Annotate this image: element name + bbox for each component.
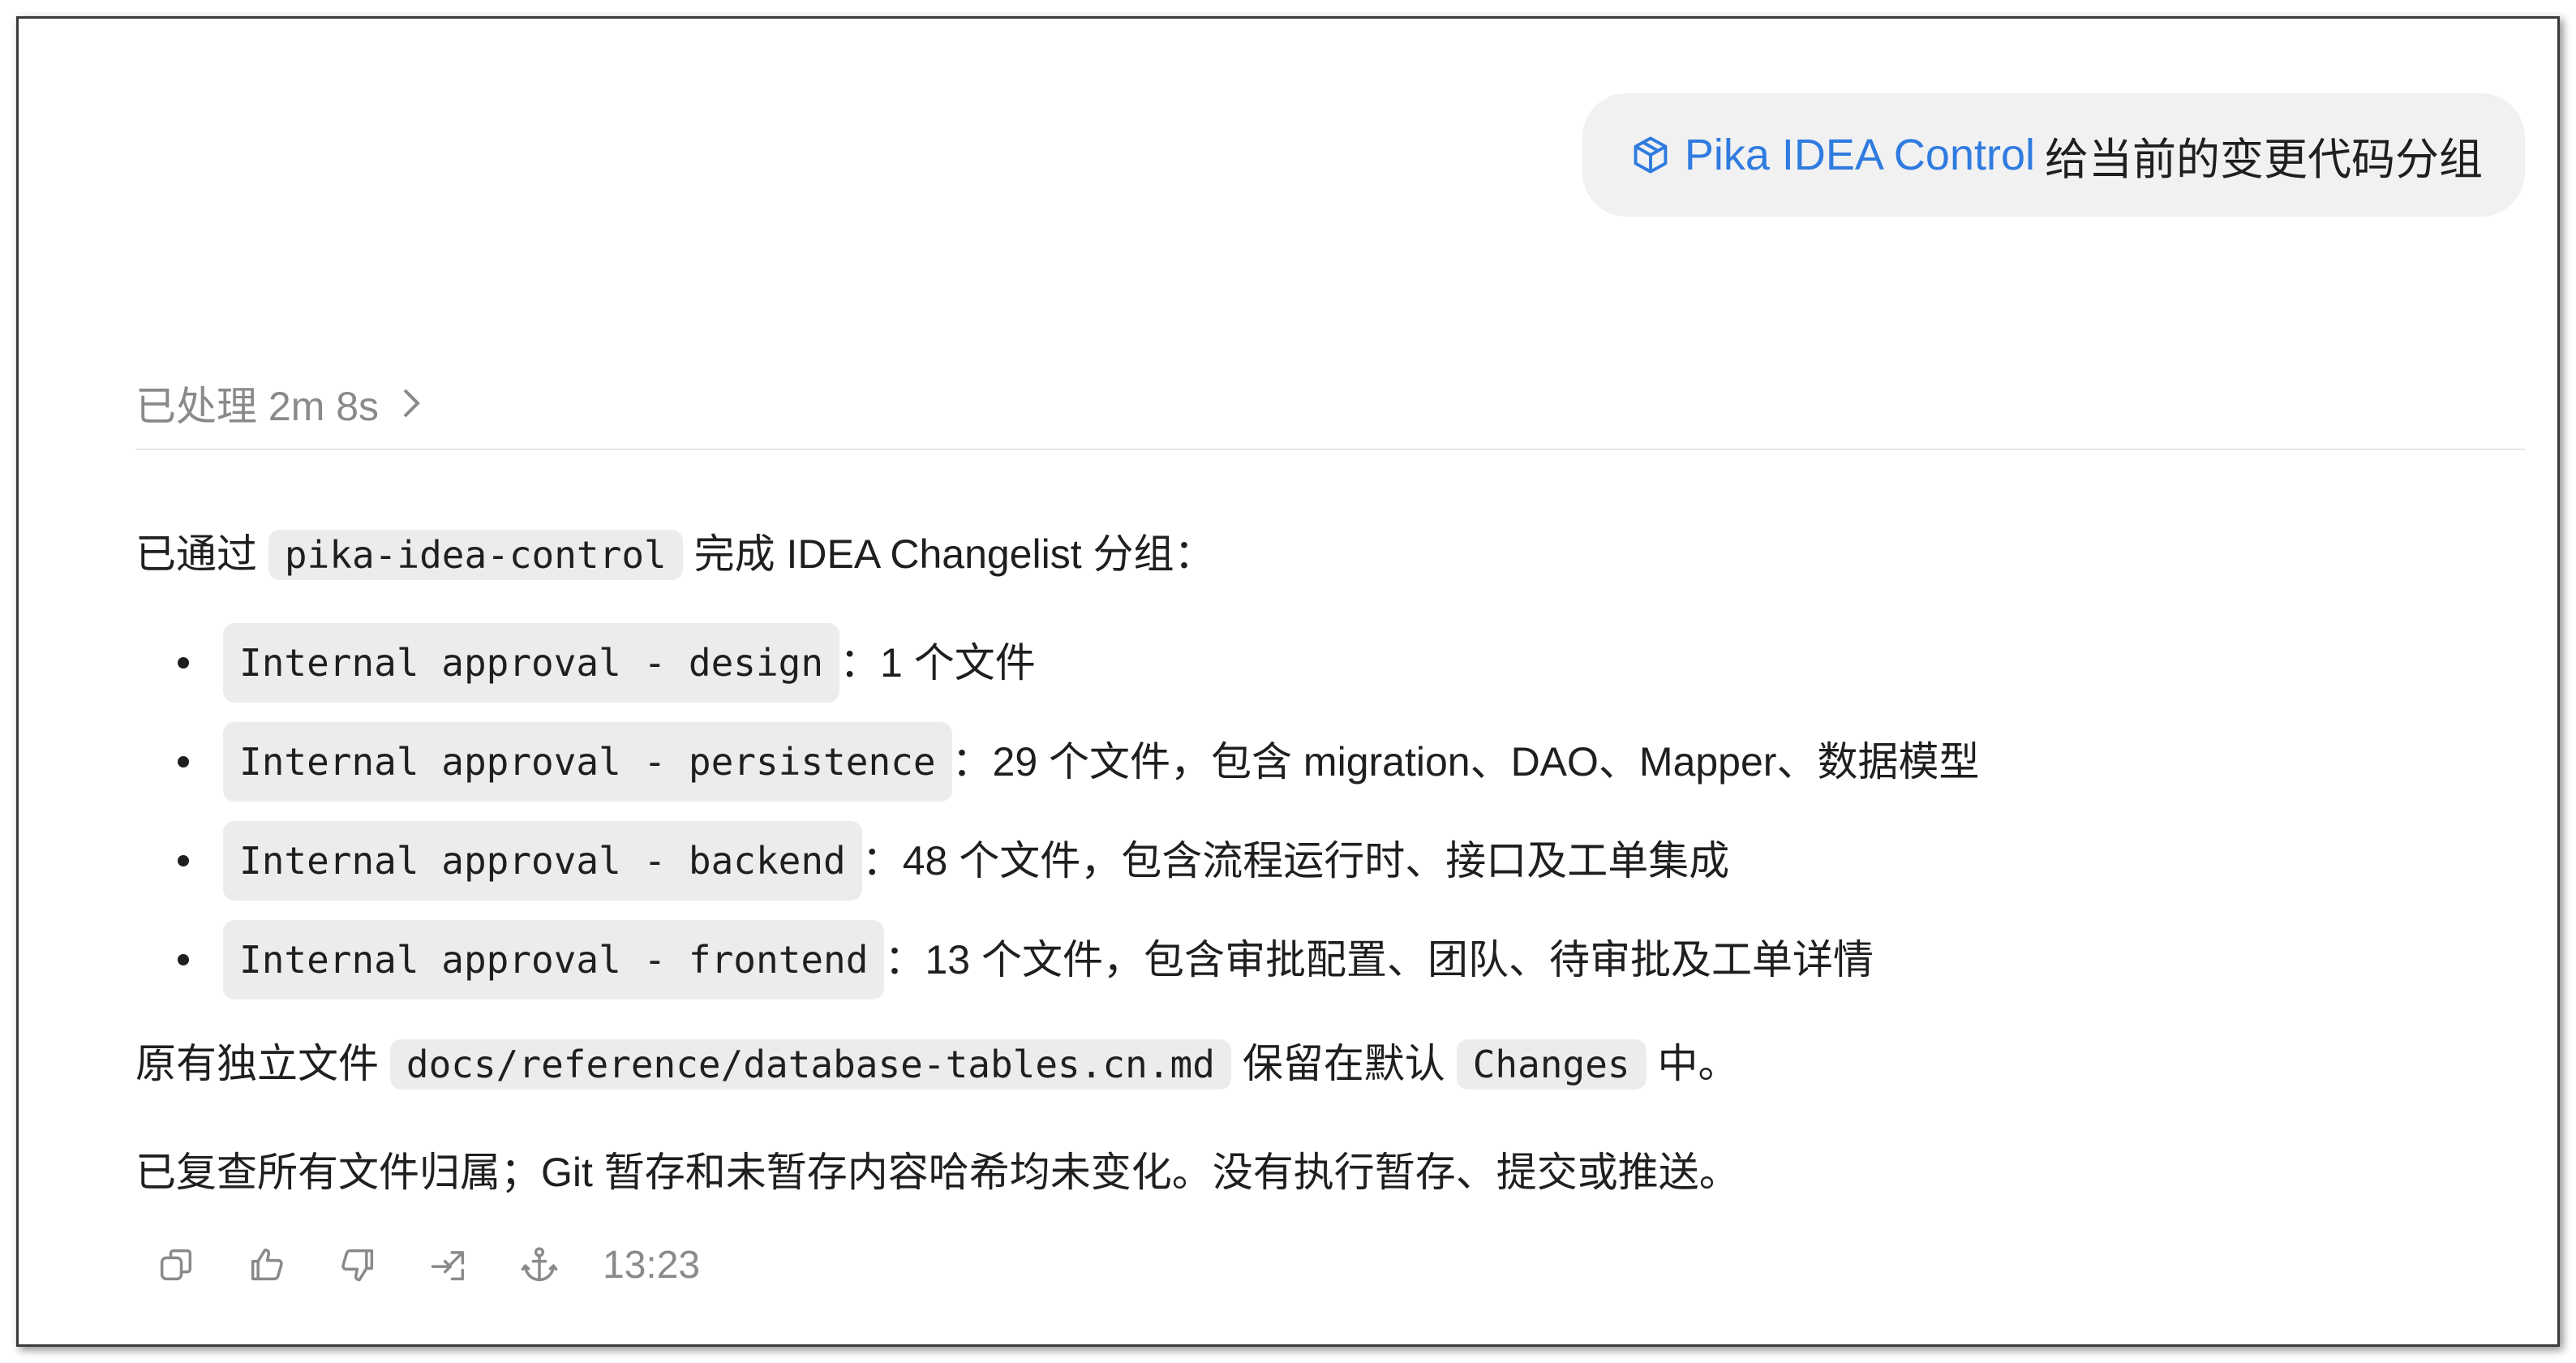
message-actions: 13:23 (153, 1242, 700, 1288)
thumbs-down-icon (341, 1249, 374, 1282)
user-message-text: 给当前的变更代码分组 (2045, 135, 2483, 184)
intro-text-before: 已通过 (135, 531, 257, 577)
copy-button[interactable] (153, 1242, 199, 1288)
copy-icon (160, 1249, 192, 1281)
list-item: Internal approval - frontend ：13 个文件，包含审… (135, 910, 1979, 1009)
inline-code: pika-idea-control (268, 530, 683, 580)
thumbs-up-icon (251, 1248, 283, 1281)
chat-window: Pika IDEA Control 给当前的变更代码分组 已处理 2m 8s 已… (16, 16, 2560, 1347)
divider (135, 449, 2525, 450)
user-message-bubble: Pika IDEA Control 给当前的变更代码分组 (1582, 93, 2525, 217)
inline-code: Internal approval - frontend (223, 920, 885, 1000)
share-button[interactable] (426, 1242, 471, 1288)
inline-code: docs/reference/database-tables.cn.md (389, 1039, 1231, 1090)
mention-chip[interactable]: Pika IDEA Control (1629, 130, 2045, 180)
anchor-button[interactable] (517, 1242, 562, 1288)
bullet (178, 954, 189, 965)
inline-code: Internal approval - persistence (223, 722, 952, 802)
para2-text-middle: 保留在默认 (1242, 1041, 1445, 1086)
share-icon (431, 1251, 465, 1281)
list-item: Internal approval - persistence ：29 个文件，… (135, 712, 1979, 811)
intro-text-after: 完成 IDEA Changelist 分组： (693, 531, 1215, 577)
response-paragraph-2: 原有独立文件 docs/reference/database-tables.cn… (135, 1027, 1739, 1101)
response-paragraph-3: 已复查所有文件归属；Git 暂存和未暂存内容哈希均未变化。没有执行暂存、提交或推… (135, 1150, 1740, 1195)
list-item: Internal approval - design ：1 个文件 (135, 613, 1979, 712)
thumbs-down-button[interactable] (335, 1242, 380, 1288)
inline-code: Internal approval - design (223, 623, 840, 703)
thumbs-up-button[interactable] (244, 1242, 290, 1288)
timestamp: 13:23 (603, 1243, 701, 1287)
list-item-text: ：13 个文件，包含审批配置、团队、待审批及工单详情 (884, 937, 1874, 982)
list-item-text: ：48 个文件，包含流程运行时、接口及工单集成 (861, 838, 1730, 884)
bullet (178, 855, 189, 866)
list-item-text: ：29 个文件，包含 migration、DAO、Mapper、数据模型 (951, 739, 1980, 785)
processing-label: 已处理 2m 8s (135, 384, 380, 429)
list-item: Internal approval - backend ：48 个文件，包含流程… (135, 811, 1979, 910)
mention-label: Pika IDEA Control (1684, 131, 2035, 179)
bullet (178, 756, 189, 767)
para2-text-before: 原有独立文件 (135, 1041, 379, 1086)
chevron-right-icon (403, 389, 420, 418)
processing-summary[interactable]: 已处理 2m 8s (135, 374, 423, 432)
inline-code: Internal approval - backend (223, 821, 862, 901)
inline-code: Changes (1456, 1039, 1646, 1090)
anchor-icon (521, 1247, 558, 1282)
cube-icon (1634, 136, 1668, 174)
bullet (178, 657, 189, 669)
response-intro: 已通过 pika-idea-control 完成 IDEA Changelist… (135, 518, 1215, 591)
list-item-text: ：1 个文件 (839, 640, 1036, 686)
para2-text-after: 中。 (1657, 1041, 1739, 1086)
changelist-groups: Internal approval - design ：1 个文件 Intern… (135, 613, 1979, 1009)
